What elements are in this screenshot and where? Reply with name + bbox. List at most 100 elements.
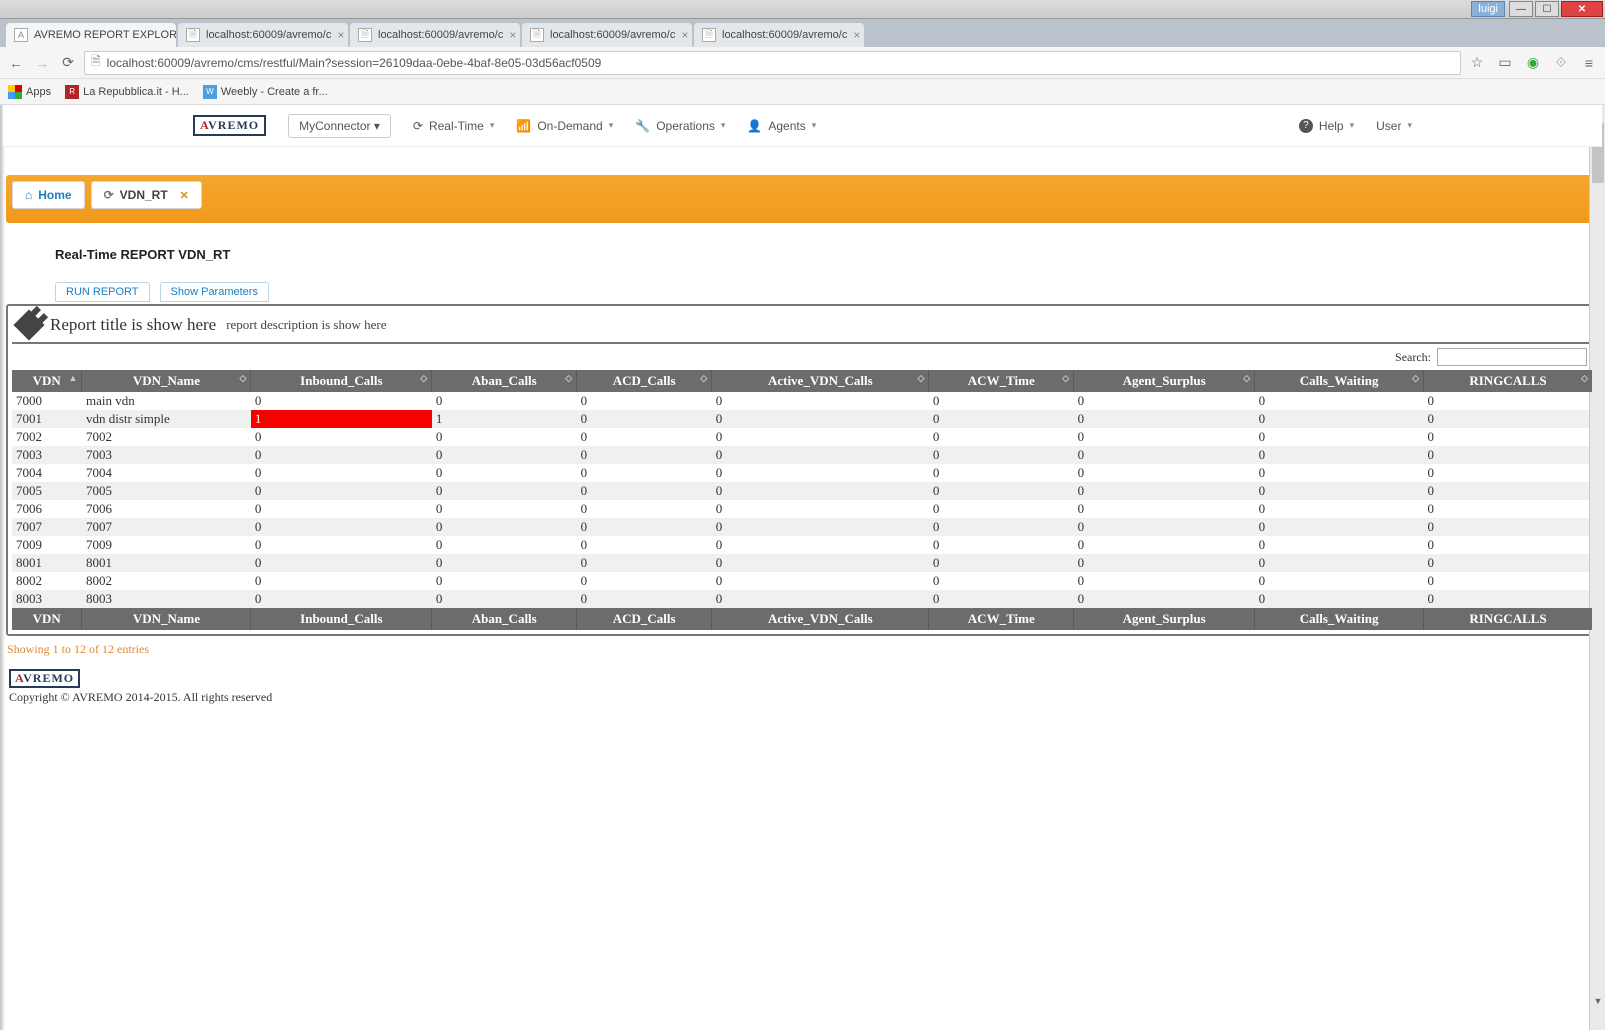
window-close-button[interactable]: ✕	[1561, 1, 1603, 17]
bookmark-star-icon[interactable]: ☆	[1467, 53, 1487, 73]
browser-tab[interactable]: AAVREMO REPORT EXPLOR×	[6, 23, 176, 47]
sort-icon[interactable]: ◇	[1581, 373, 1588, 384]
bookmarks-bar: Apps RLa Repubblica.it - H... WWeebly - …	[0, 79, 1605, 105]
scroll-down-arrow[interactable]: ▼	[1590, 996, 1605, 1012]
chrome-menu-button[interactable]: ≡	[1579, 53, 1599, 73]
table-row[interactable]: 7003700300000000	[12, 446, 1593, 464]
sort-icon[interactable]: ◇	[700, 373, 707, 384]
extension-icon[interactable]: ◉	[1523, 53, 1543, 73]
column-header[interactable]: RINGCALLS◇	[1424, 370, 1593, 392]
browser-tab[interactable]: 🗎localhost:60009/avremo/c×	[350, 23, 520, 47]
tab-close-icon[interactable]: ×	[681, 28, 688, 42]
table-row[interactable]: 7004700400000000	[12, 464, 1593, 482]
table-cell: 0	[1424, 464, 1593, 482]
bookmark-repubblica[interactable]: RLa Repubblica.it - H...	[65, 85, 189, 99]
table-row[interactable]: 8001800100000000	[12, 554, 1593, 572]
tab-close-icon[interactable]: ×	[853, 28, 860, 42]
connector-select[interactable]: MyConnector ▾	[288, 114, 391, 138]
column-header[interactable]: ACD_Calls ◇	[577, 370, 712, 392]
column-header[interactable]: Active_VDN_Calls◇	[712, 370, 929, 392]
extension-icon-2[interactable]: ⟐	[1551, 53, 1571, 73]
menu-ondemand[interactable]: 📶On-Demand▾	[516, 119, 613, 133]
sort-icon[interactable]: ◇	[1412, 373, 1419, 384]
tab-vdn-rt[interactable]: ⟳VDN_RT✕	[91, 181, 202, 209]
tab-close-icon[interactable]: ×	[509, 28, 516, 42]
sort-icon[interactable]: ◇	[420, 373, 427, 384]
sort-icon[interactable]: ◇	[239, 373, 246, 384]
forward-button[interactable]: →	[32, 53, 52, 73]
table-cell: 0	[432, 464, 577, 482]
column-footer: VDN	[12, 608, 82, 630]
run-report-button[interactable]: RUN REPORT	[55, 282, 150, 302]
browser-tab[interactable]: 🗎localhost:60009/avremo/c×	[694, 23, 864, 47]
sort-icon[interactable]: ▲	[69, 373, 78, 383]
address-bar[interactable]: 🗎 localhost:60009/avremo/cms/restful/Mai…	[84, 51, 1461, 75]
menu-realtime[interactable]: ⟳Real-Time▾	[413, 119, 495, 133]
column-footer: ACD_Calls	[577, 608, 712, 630]
table-cell: 0	[251, 536, 432, 554]
table-cell: 0	[712, 464, 929, 482]
sort-icon[interactable]: ◇	[1243, 373, 1250, 384]
caret-icon: ▾	[1350, 120, 1355, 131]
sort-icon[interactable]: ◇	[565, 373, 572, 384]
table-row[interactable]: 8002800200000000	[12, 572, 1593, 590]
tab-close-icon[interactable]: ×	[337, 28, 344, 42]
caret-icon: ▾	[609, 120, 614, 131]
table-row[interactable]: 7006700600000000	[12, 500, 1593, 518]
column-header[interactable]: ACW_Time◇	[929, 370, 1074, 392]
column-header[interactable]: Calls_Waiting◇	[1255, 370, 1424, 392]
table-cell: 0	[1424, 518, 1593, 536]
search-input[interactable]	[1437, 348, 1587, 366]
column-header[interactable]: VDN_Name◇	[82, 370, 251, 392]
window-minimize-button[interactable]: —	[1509, 1, 1533, 17]
header-label: ACD_Calls	[613, 373, 676, 388]
user-icon: 👤	[747, 119, 762, 133]
browser-tab[interactable]: 🗎localhost:60009/avremo/c×	[178, 23, 348, 47]
resize-grip[interactable]	[1589, 1014, 1605, 1030]
table-row[interactable]: 7009700900000000	[12, 536, 1593, 554]
column-footer: RINGCALLS	[1424, 608, 1593, 630]
table-row[interactable]: 7001vdn distr simple11000000	[12, 410, 1593, 428]
sort-icon[interactable]: ◇	[1062, 373, 1069, 384]
table-row[interactable]: 7005700500000000	[12, 482, 1593, 500]
table-row[interactable]: 7002700200000000	[12, 428, 1593, 446]
column-header[interactable]: Inbound_Calls◇	[251, 370, 432, 392]
tab-close-button[interactable]: ✕	[180, 189, 189, 202]
table-cell: 7002	[82, 428, 251, 446]
table-cell: 0	[432, 446, 577, 464]
column-header[interactable]: Agent_Surplus◇	[1074, 370, 1255, 392]
column-footer: Agent_Surplus	[1074, 608, 1255, 630]
bookmarks-apps[interactable]: Apps	[8, 85, 51, 99]
table-cell: 0	[712, 536, 929, 554]
app-logo[interactable]: AVREMO	[193, 115, 266, 136]
tab-label: Home	[38, 188, 71, 202]
table-cell: 0	[1424, 392, 1593, 410]
window-maximize-button[interactable]: ☐	[1535, 1, 1559, 17]
table-cell: 0	[1255, 446, 1424, 464]
menu-agents[interactable]: 👤Agents▾	[747, 119, 816, 133]
table-cell: 0	[577, 518, 712, 536]
bookmark-weebly[interactable]: WWeebly - Create a fr...	[203, 85, 328, 99]
menu-help[interactable]: ?Help▾	[1299, 119, 1354, 133]
report-frame: Report title is show here report descrip…	[6, 304, 1599, 636]
browser-toolbar: ← → ⟳ 🗎 localhost:60009/avremo/cms/restf…	[0, 47, 1605, 79]
table-cell: 0	[1255, 518, 1424, 536]
scrollbar[interactable]: ▲ ▼	[1589, 105, 1605, 1030]
show-parameters-button[interactable]: Show Parameters	[160, 282, 269, 302]
table-cell: 0	[712, 392, 929, 410]
table-cell: 0	[1255, 392, 1424, 410]
browser-tab[interactable]: 🗎localhost:60009/avremo/c×	[522, 23, 692, 47]
table-cell: 7006	[12, 500, 82, 518]
column-header[interactable]: VDN▲	[12, 370, 82, 392]
sort-icon[interactable]: ◇	[917, 373, 924, 384]
table-row[interactable]: 8003800300000000	[12, 590, 1593, 608]
devices-icon[interactable]: ▭	[1495, 53, 1515, 73]
column-header[interactable]: Aban_Calls◇	[432, 370, 577, 392]
table-row[interactable]: 7000main vdn00000000	[12, 392, 1593, 410]
tab-home[interactable]: ⌂Home	[12, 181, 85, 209]
reload-button[interactable]: ⟳	[58, 53, 78, 73]
menu-user[interactable]: User▾	[1376, 119, 1412, 133]
back-button[interactable]: ←	[6, 53, 26, 73]
table-row[interactable]: 7007700700000000	[12, 518, 1593, 536]
menu-operations[interactable]: 🔧Operations▾	[635, 119, 725, 133]
